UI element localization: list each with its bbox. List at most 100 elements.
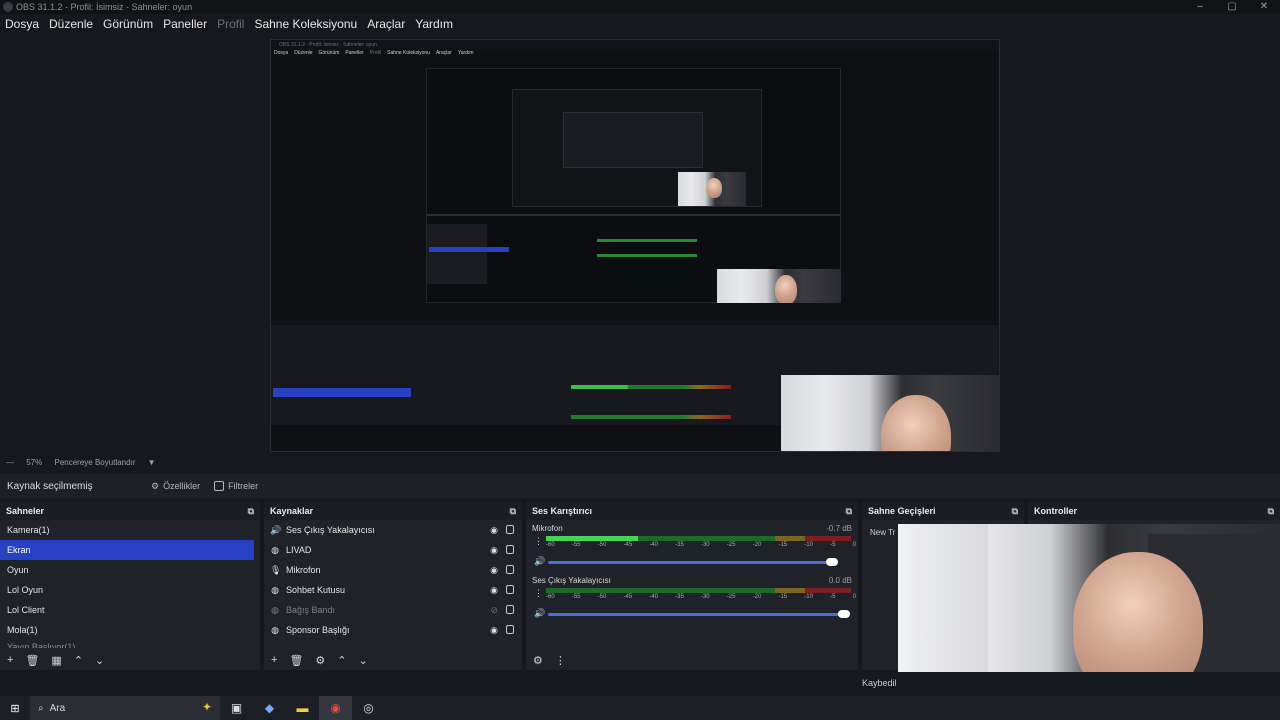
- sources-dock-header: Kaynaklar ⧉: [264, 502, 522, 520]
- menu-yardim[interactable]: Yardım: [415, 17, 453, 31]
- preview-menu-item: Düzenle: [294, 50, 313, 56]
- menu-dosya[interactable]: Dosya: [5, 17, 39, 31]
- controls-dock-header: Kontroller ⧉: [1028, 502, 1280, 520]
- scenes-toolbar: + 🗑 ▦ ⌃ ⌄: [0, 650, 260, 670]
- lock-icon[interactable]: [506, 585, 514, 594]
- preview-nested-capture-2: [512, 89, 762, 207]
- preview-nested-capture-3: [563, 112, 703, 168]
- transition-select[interactable]: New Tr: [870, 528, 895, 537]
- menu-sahne-koleksiyonu[interactable]: Sahne Koleksiyonu: [254, 17, 357, 31]
- scene-item[interactable]: Lol Oyun: [0, 580, 260, 600]
- channel-menu-icon[interactable]: ⋮: [534, 588, 543, 599]
- chrome-icon[interactable]: ◉: [319, 696, 352, 720]
- scene-item[interactable]: Kamera(1): [0, 520, 260, 540]
- lock-icon[interactable]: [506, 605, 514, 614]
- zoom-percent[interactable]: 57%: [26, 458, 42, 467]
- zoom-bar: — 57% Pencereye Boyutlandır ▼: [0, 454, 1280, 472]
- file-explorer-icon[interactable]: ▬: [286, 701, 319, 715]
- volume-slider[interactable]: [548, 610, 850, 618]
- undock-icon[interactable]: ⧉: [1012, 506, 1018, 517]
- lock-icon[interactable]: [506, 525, 514, 534]
- move-down-icon[interactable]: ⌄: [359, 654, 368, 667]
- move-up-icon[interactable]: ⌃: [337, 654, 346, 667]
- gear-icon: ⚙: [151, 480, 160, 491]
- source-item-hidden[interactable]: ◍ Bağış Bandı ⊘: [264, 600, 522, 620]
- source-item[interactable]: 🔊 Ses Çıkış Yakalayıcısı ◉: [264, 520, 522, 540]
- move-up-icon[interactable]: ⌃: [74, 654, 83, 667]
- preview-menu-item: Profil: [369, 50, 382, 56]
- mixer-settings-icon[interactable]: ⚙: [533, 654, 543, 667]
- source-label: LIVAD: [286, 545, 312, 555]
- zoom-minus-icon[interactable]: —: [6, 458, 14, 467]
- maximize-icon[interactable]: ▢: [1216, 0, 1248, 14]
- eye-icon[interactable]: ◉: [490, 545, 498, 556]
- globe-icon: ◍: [271, 624, 279, 635]
- close-icon[interactable]: ✕: [1248, 0, 1280, 14]
- channel-name: Ses Çıkış Yakalayıcısı: [532, 576, 611, 585]
- speaker-icon[interactable]: 🔊: [534, 608, 545, 619]
- source-item[interactable]: 🎙 Mikrofon ◉: [264, 560, 522, 580]
- windows-taskbar: ⊞ ⌕ Ara ✦ ▣ ◆ ▬ ◉ ◎: [0, 696, 1280, 720]
- windows-start-icon[interactable]: ⊞: [0, 702, 30, 715]
- menu-gorunum[interactable]: Görünüm: [103, 17, 153, 31]
- filters-label: Filtreler: [228, 481, 259, 491]
- menu-paneller[interactable]: Paneller: [163, 17, 207, 31]
- channel-menu-icon[interactable]: ⋮: [534, 536, 543, 547]
- eye-hidden-icon[interactable]: ⊘: [490, 605, 498, 616]
- menu-profil[interactable]: Profil: [217, 17, 244, 31]
- add-source-icon[interactable]: +: [271, 654, 277, 666]
- source-item[interactable]: ◍ LIVAD ◉: [264, 540, 522, 560]
- source-item[interactable]: ◍ Sponsor Başlığı ◉: [264, 620, 522, 640]
- eye-icon[interactable]: ◉: [490, 585, 498, 596]
- undock-icon[interactable]: ⧉: [1268, 506, 1274, 517]
- mixer-menu-icon[interactable]: ⋮: [555, 654, 566, 667]
- trash-icon[interactable]: 🗑: [25, 654, 39, 667]
- mixer-channel: Ses Çıkış Yakalayıcısı 0.0 dB ⋮ -60 -55 -5…: [526, 572, 858, 624]
- lock-icon[interactable]: [506, 625, 514, 634]
- scene-item[interactable]: Yayın Başlıyor(1): [0, 640, 260, 648]
- sources-dock: Kaynaklar ⧉ 🔊 Ses Çıkış Yakalayıcısı ◉ ◍…: [264, 502, 522, 670]
- task-view-icon[interactable]: ▣: [220, 701, 253, 715]
- minimize-icon[interactable]: –: [1184, 0, 1216, 14]
- menu-araclar[interactable]: Araçlar: [367, 17, 405, 31]
- scene-item-selected[interactable]: Ekran: [0, 540, 254, 560]
- preview-menu-item: Araçlar: [435, 50, 452, 56]
- program-preview[interactable]: OBS 31.1.2 - Profil: İsimsiz - Sahneler:…: [270, 39, 1000, 452]
- speaker-icon[interactable]: 🔊: [534, 556, 545, 567]
- menu-duzenle[interactable]: Düzenle: [49, 17, 93, 31]
- scene-item[interactable]: Oyun: [0, 560, 260, 580]
- copilot-icon[interactable]: ◆: [253, 701, 286, 715]
- obs-icon[interactable]: ◎: [352, 701, 385, 715]
- volume-slider[interactable]: [548, 558, 838, 566]
- filter-icon[interactable]: ▦: [51, 654, 61, 667]
- taskbar-search[interactable]: ⌕ Ara ✦: [30, 696, 220, 720]
- properties-button[interactable]: ⚙ Özellikler: [151, 481, 200, 492]
- undock-icon[interactable]: ⧉: [846, 506, 852, 517]
- preview-nested-capture: [426, 68, 841, 303]
- scene-list: Kamera(1) Ekran Oyun Lol Oyun Lol Client…: [0, 520, 260, 648]
- move-down-icon[interactable]: ⌄: [95, 654, 104, 667]
- dropped-frames-status: Kaybedil: [862, 678, 897, 688]
- channel-db: -0.7 dB: [826, 524, 852, 533]
- source-label: Sohbet Kutusu: [286, 585, 346, 595]
- add-scene-icon[interactable]: +: [7, 654, 13, 666]
- source-item[interactable]: ◍ Sohbet Kutusu ◉: [264, 580, 522, 600]
- lock-icon[interactable]: [506, 565, 514, 574]
- globe-icon: ◍: [271, 584, 279, 595]
- undock-icon[interactable]: ⧉: [510, 506, 516, 517]
- trash-icon[interactable]: 🗑: [289, 654, 303, 667]
- zoom-mode-dropdown[interactable]: Pencereye Boyutlandır: [54, 458, 135, 467]
- eye-icon[interactable]: ◉: [490, 525, 498, 536]
- chevron-down-icon[interactable]: ▼: [148, 458, 156, 467]
- eye-icon[interactable]: ◉: [490, 625, 498, 636]
- scene-item[interactable]: Mola(1): [0, 620, 260, 640]
- window-title: OBS 31.1.2 - Profil: İsimsiz - Sahneler:…: [16, 2, 193, 12]
- preview-menu-item: Paneller: [345, 50, 364, 56]
- lock-icon[interactable]: [506, 545, 514, 554]
- undock-icon[interactable]: ⧉: [248, 506, 254, 517]
- eye-icon[interactable]: ◉: [490, 565, 498, 576]
- scene-item[interactable]: Lol Client: [0, 600, 260, 620]
- gear-icon[interactable]: ⚙: [315, 654, 325, 667]
- scenes-dock: Sahneler ⧉ Kamera(1) Ekran Oyun Lol Oyun…: [0, 502, 260, 670]
- filters-button[interactable]: Filtreler: [214, 481, 258, 491]
